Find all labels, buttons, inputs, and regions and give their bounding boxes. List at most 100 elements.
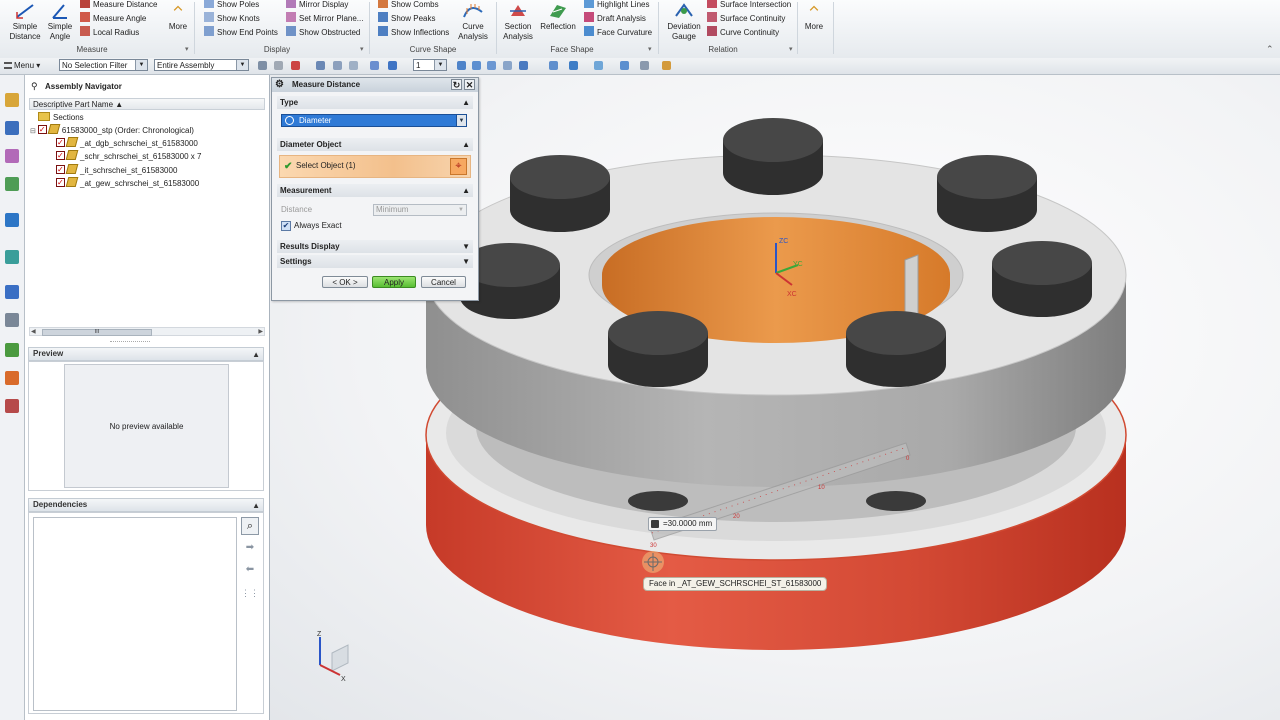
rotate-icon[interactable]: [487, 61, 496, 70]
curve-analysis-button[interactable]: Curve Analysis: [454, 2, 492, 42]
measure-distance-item[interactable]: Measure Distance: [80, 0, 157, 10]
box-select-icon[interactable]: [316, 61, 325, 70]
view-orientation-icon[interactable]: [519, 61, 528, 70]
show-end-points-item[interactable]: Show End Points: [204, 26, 278, 38]
checkbox[interactable]: [56, 176, 65, 189]
tree-row[interactable]: _schr_schrschei_st_61583000 x 7: [56, 149, 201, 163]
chevron-up-icon[interactable]: ▲: [252, 349, 260, 361]
show-obstructed-item[interactable]: Show Obstructed: [286, 26, 360, 38]
reset-icon[interactable]: ↻: [451, 79, 462, 90]
dependencies-list[interactable]: [33, 517, 237, 711]
dialog-titlebar[interactable]: ⚙ Measure Distance ↻ ✕: [272, 78, 478, 92]
edit-section-icon[interactable]: [594, 61, 603, 70]
measure-icon[interactable]: [662, 61, 671, 70]
close-icon[interactable]: ✕: [464, 79, 475, 90]
zoom-icon[interactable]: [472, 61, 481, 70]
reflection-button[interactable]: Reflection: [538, 2, 578, 32]
horizontal-scrollbar[interactable]: ◀ III ▶: [29, 327, 265, 336]
display-group-dropdown-icon[interactable]: ▾: [360, 45, 364, 53]
column-header[interactable]: Descriptive Part Name ▲: [29, 98, 265, 110]
set-mirror-plane-item[interactable]: Set Mirror Plane...: [286, 12, 363, 24]
part-navigator-tab-icon[interactable]: [5, 149, 19, 163]
filter-icon[interactable]: [291, 61, 300, 70]
dependencies-header[interactable]: Dependencies ▲: [28, 498, 264, 512]
reuse-library-tab-icon[interactable]: [5, 177, 19, 191]
window-icon[interactable]: [370, 61, 379, 70]
checkbox[interactable]: [56, 149, 65, 162]
simple-distance-button[interactable]: Simple Distance: [6, 2, 44, 42]
show-inflections-item[interactable]: Show Inflections: [378, 26, 449, 38]
apply-button[interactable]: Apply: [372, 276, 416, 288]
tree-row[interactable]: _at_dgb_schrschei_st_61583000: [56, 136, 198, 150]
palettes-tab-icon[interactable]: [5, 399, 19, 413]
pan-icon[interactable]: [503, 61, 512, 70]
assembly-navigator-tab-icon[interactable]: [5, 93, 19, 107]
mirror-display-item[interactable]: Mirror Display: [286, 0, 348, 10]
show-poles-item[interactable]: Show Poles: [204, 0, 259, 10]
local-radius-item[interactable]: Local Radius: [80, 26, 139, 38]
preview-header[interactable]: Preview ▲: [28, 347, 264, 361]
system-scenes-tab-icon[interactable]: [5, 371, 19, 385]
constraint-navigator-tab-icon[interactable]: [5, 121, 19, 135]
assembly-scope-dropdown[interactable]: Entire Assembly ▼: [154, 59, 249, 71]
snap-icon[interactable]: [258, 61, 267, 70]
manufacturing-tab-icon[interactable]: [5, 313, 19, 327]
checkbox[interactable]: [37, 123, 47, 136]
splitter-grip[interactable]: [110, 341, 150, 344]
draft-analysis-item[interactable]: Draft Analysis: [584, 12, 646, 24]
curve-continuity-item[interactable]: Curve Continuity: [707, 26, 779, 38]
roles-tab-icon[interactable]: [5, 343, 19, 357]
type-section-header[interactable]: Type ▲: [277, 96, 473, 109]
arrow-left-icon[interactable]: ⬅: [241, 562, 259, 578]
type-dropdown[interactable]: Diameter ▼: [281, 114, 467, 127]
measure-group-dropdown-icon[interactable]: ▾: [185, 45, 189, 53]
highlight-lines-item[interactable]: Highlight Lines: [584, 0, 649, 10]
chevron-up-icon[interactable]: ▲: [252, 500, 260, 512]
work-layer-icon[interactable]: [640, 61, 649, 70]
web-browser-tab-icon[interactable]: [5, 213, 19, 227]
show-peaks-item[interactable]: Show Peaks: [378, 12, 435, 24]
pin-icon[interactable]: ⚲: [31, 81, 38, 92]
measurement-section-header[interactable]: Measurement ▲: [277, 184, 473, 197]
scroll-thumb[interactable]: III: [42, 329, 152, 336]
show-combs-item[interactable]: Show Combs: [378, 0, 439, 10]
surface-continuity-item[interactable]: Surface Continuity: [707, 12, 785, 24]
shaded-icon[interactable]: [569, 61, 578, 70]
show-knots-item[interactable]: Show Knots: [204, 12, 260, 24]
face-shape-group-dropdown-icon[interactable]: ▾: [648, 45, 652, 53]
scroll-left-icon[interactable]: ◀: [31, 328, 36, 335]
checkbox[interactable]: [56, 163, 65, 176]
settings-section-header[interactable]: Settings ▼: [277, 255, 473, 268]
cancel-button[interactable]: Cancel: [421, 276, 466, 288]
section-analysis-button[interactable]: Section Analysis: [499, 2, 537, 42]
tree-row-root[interactable]: ⊟ 61583000_stp (Order: Chronological): [30, 123, 194, 137]
distance-dropdown[interactable]: Minimum ▼: [373, 204, 467, 216]
deviation-gauge-button[interactable]: Deviation Gauge: [663, 2, 705, 42]
count-dropdown[interactable]: 1 ▼: [413, 59, 447, 71]
selection-filter-dropdown[interactable]: No Selection Filter ▼: [59, 59, 148, 71]
scroll-right-icon[interactable]: ▶: [258, 328, 263, 335]
results-display-section-header[interactable]: Results Display ▼: [277, 240, 473, 253]
snap-point-icon[interactable]: [620, 61, 629, 70]
measure-more-button[interactable]: More: [166, 2, 190, 32]
gear-icon[interactable]: ⚙: [275, 78, 284, 92]
render-style-icon[interactable]: [549, 61, 558, 70]
checkbox[interactable]: [56, 136, 65, 149]
collapse-ribbon-icon[interactable]: ⌃: [1266, 44, 1274, 55]
arrow-right-icon[interactable]: ➡: [241, 540, 259, 556]
simple-angle-button[interactable]: Simple Angle: [44, 2, 76, 42]
relation-more-button[interactable]: More: [802, 2, 826, 32]
ok-button[interactable]: < OK >: [322, 276, 368, 288]
select-icon[interactable]: [274, 61, 283, 70]
lasso-icon[interactable]: [333, 61, 342, 70]
diameter-object-section-header[interactable]: Diameter Object ▲: [277, 138, 473, 151]
surface-intersection-item[interactable]: Surface Intersection: [707, 0, 791, 10]
select-object-row[interactable]: ✔ Select Object (1) ⌖: [279, 155, 471, 178]
menu-button[interactable]: Menu ▾: [4, 59, 40, 72]
layer-icon[interactable]: [388, 61, 397, 70]
always-exact-checkbox[interactable]: ✔ Always Exact: [281, 220, 342, 232]
tree-row[interactable]: _it_schrschei_st_61583000: [56, 163, 177, 177]
crosshair-select-icon[interactable]: ⌖: [450, 158, 467, 175]
search-icon[interactable]: ⌕: [241, 517, 259, 535]
fit-icon[interactable]: [457, 61, 466, 70]
